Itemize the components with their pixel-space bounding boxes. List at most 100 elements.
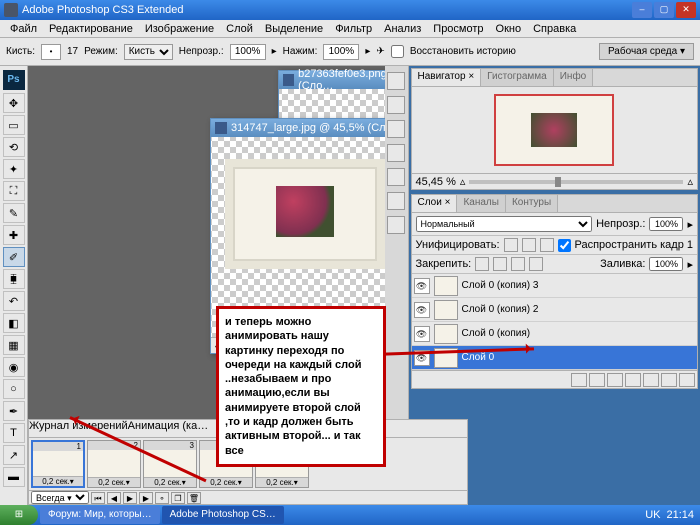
menu-help[interactable]: Справка: [527, 23, 582, 35]
tab-layers[interactable]: Слои ×: [412, 195, 458, 212]
layer-row[interactable]: 👁Слой 0 (копия) 2: [412, 298, 698, 322]
history-label: Восстановить историю: [410, 46, 516, 57]
strip-icon[interactable]: [387, 96, 405, 114]
unify-icon[interactable]: [504, 238, 518, 252]
airbrush-icon[interactable]: ✈: [376, 46, 384, 57]
layer-row[interactable]: 👁Слой 0 (копия) 3: [412, 274, 698, 298]
crop-tool[interactable]: ⛶: [3, 181, 25, 201]
menu-image[interactable]: Изображение: [139, 23, 220, 35]
menu-filter[interactable]: Фильтр: [329, 23, 378, 35]
next-frame-icon[interactable]: ▶: [139, 492, 153, 504]
first-frame-icon[interactable]: ⏮: [91, 492, 105, 504]
unify-icon[interactable]: [522, 238, 536, 252]
strip-icon[interactable]: [387, 168, 405, 186]
strip-icon[interactable]: [387, 72, 405, 90]
fx-icon[interactable]: [589, 373, 605, 387]
strip-icon[interactable]: [387, 120, 405, 138]
tween-icon[interactable]: ⚬: [155, 492, 169, 504]
zoom-slider[interactable]: [469, 180, 683, 184]
group-icon[interactable]: [643, 373, 659, 387]
tab-paths[interactable]: Контуры: [506, 195, 558, 212]
type-tool[interactable]: T: [3, 423, 25, 443]
visibility-icon[interactable]: 👁: [414, 278, 430, 294]
menu-select[interactable]: Выделение: [259, 23, 329, 35]
tab-info[interactable]: Инфо: [554, 69, 594, 86]
layer-row[interactable]: 👁Слой 0 (копия): [412, 322, 698, 346]
tab-animation[interactable]: Анимация (ка…: [128, 420, 209, 437]
opacity-input[interactable]: [230, 44, 266, 60]
taskbar-item[interactable]: Форум: Мир, которы…: [40, 506, 160, 524]
trash-icon[interactable]: [679, 373, 695, 387]
strip-icon[interactable]: [387, 216, 405, 234]
lock-position-icon[interactable]: [511, 257, 525, 271]
options-bar: Кисть: 17 Режим: Кисть Непрозр.: ▸ Нажим…: [0, 38, 700, 66]
unify-icon[interactable]: [540, 238, 554, 252]
nav-zoom[interactable]: 45,45 %: [416, 174, 456, 190]
taskbar: ⊞ Форум: Мир, которы… Adobe Photoshop CS…: [0, 505, 700, 525]
minimize-button[interactable]: –: [632, 2, 652, 18]
brush-tool[interactable]: ✐: [3, 247, 25, 267]
menu-analysis[interactable]: Анализ: [378, 23, 427, 35]
menu-file[interactable]: Файл: [4, 23, 43, 35]
ps-icon[interactable]: Ps: [3, 70, 25, 90]
new-layer-icon[interactable]: [661, 373, 677, 387]
menu-layer[interactable]: Слой: [220, 23, 259, 35]
start-button[interactable]: ⊞: [0, 505, 38, 525]
wand-tool[interactable]: ✦: [3, 159, 25, 179]
adjustment-icon[interactable]: [625, 373, 641, 387]
play-icon[interactable]: ▶: [123, 492, 137, 504]
fill-input[interactable]: [649, 257, 683, 271]
maximize-button[interactable]: ▢: [654, 2, 674, 18]
lock-pixels-icon[interactable]: [493, 257, 507, 271]
mode-select[interactable]: Кисть: [124, 44, 173, 60]
dodge-tool[interactable]: ○: [3, 379, 25, 399]
eraser-tool[interactable]: ◧: [3, 313, 25, 333]
path-tool[interactable]: ↗: [3, 445, 25, 465]
taskbar-item-active[interactable]: Adobe Photoshop CS…: [162, 506, 284, 524]
tab-navigator[interactable]: Навигатор ×: [412, 69, 482, 86]
propagate-checkbox[interactable]: [558, 239, 571, 252]
strip-icon[interactable]: [387, 192, 405, 210]
duplicate-frame-icon[interactable]: ❐: [171, 492, 185, 504]
marquee-tool[interactable]: ▭: [3, 115, 25, 135]
navigator-panel: Навигатор × Гистограмма Инфо 45,45 % ▵ ▵: [411, 68, 699, 190]
history-brush-tool[interactable]: ↶: [3, 291, 25, 311]
blend-mode-select[interactable]: Нормальный: [416, 216, 593, 232]
prev-frame-icon[interactable]: ◀: [107, 492, 121, 504]
menu-window[interactable]: Окно: [490, 23, 528, 35]
loop-select[interactable]: Всегда ▾: [31, 491, 89, 504]
eyedropper-tool[interactable]: ✎: [3, 203, 25, 223]
stamp-tool[interactable]: ⧯: [3, 269, 25, 289]
lasso-tool[interactable]: ⟲: [3, 137, 25, 157]
zoom-out-icon[interactable]: ▵: [460, 174, 466, 190]
history-checkbox[interactable]: [391, 45, 404, 58]
brush-preview[interactable]: [41, 44, 61, 60]
link-icon[interactable]: [571, 373, 587, 387]
move-tool[interactable]: ✥: [3, 93, 25, 113]
delete-frame-icon[interactable]: 🗑: [187, 492, 201, 504]
zoom-in-icon[interactable]: ▵: [687, 174, 693, 190]
shape-tool[interactable]: ▬: [3, 467, 25, 487]
close-button[interactable]: ✕: [676, 2, 696, 18]
tray-lang[interactable]: UK: [645, 509, 660, 521]
menu-edit[interactable]: Редактирование: [43, 23, 139, 35]
image-content: [225, 159, 385, 269]
lock-transparency-icon[interactable]: [475, 257, 489, 271]
blur-tool[interactable]: ◉: [3, 357, 25, 377]
pen-tool[interactable]: ✒: [3, 401, 25, 421]
visibility-icon[interactable]: 👁: [414, 302, 430, 318]
workspace-button[interactable]: Рабочая среда ▾: [599, 43, 694, 60]
animation-frame-selected[interactable]: 10,2 сек.▾: [31, 440, 85, 488]
tab-channels[interactable]: Каналы: [457, 195, 506, 212]
menu-view[interactable]: Просмотр: [427, 23, 489, 35]
visibility-icon[interactable]: 👁: [414, 326, 430, 342]
healing-tool[interactable]: ✚: [3, 225, 25, 245]
gradient-tool[interactable]: ▦: [3, 335, 25, 355]
tab-histogram[interactable]: Гистограмма: [481, 69, 554, 86]
layer-opacity-input[interactable]: [649, 217, 683, 231]
nav-thumbnail[interactable]: [494, 94, 614, 166]
strip-icon[interactable]: [387, 144, 405, 162]
flow-input[interactable]: [323, 44, 359, 60]
lock-all-icon[interactable]: [529, 257, 543, 271]
mask-icon[interactable]: [607, 373, 623, 387]
